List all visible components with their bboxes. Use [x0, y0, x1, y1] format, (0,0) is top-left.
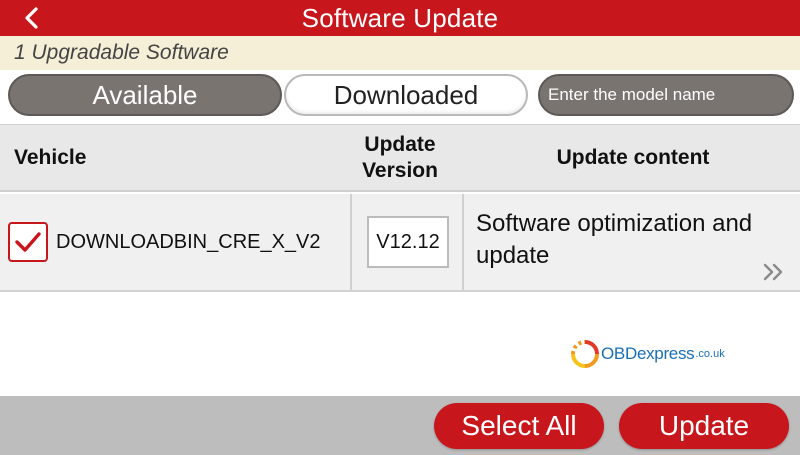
checkmark-icon [15, 232, 41, 252]
table-row[interactable]: DOWNLOADBIN_CRE_X_V2 V12.12 Software opt… [0, 194, 800, 292]
tab-available[interactable]: Available [8, 74, 282, 116]
upgradable-count-text: 1 Upgradable Software [14, 41, 229, 64]
watermark-text: OBDexpress [601, 344, 695, 363]
update-button[interactable]: Update [619, 403, 789, 449]
row-checkbox[interactable] [8, 222, 48, 262]
column-header-update-version: Update Version [352, 125, 448, 191]
watermark-suffix: .co.uk [695, 348, 725, 360]
tab-downloaded[interactable]: Downloaded [284, 74, 528, 116]
watermark-circle-icon [571, 340, 599, 368]
watermark-logo: OBDexpress .co.uk [570, 334, 730, 374]
version-value: V12.12 [367, 216, 449, 268]
table-header: Vehicle Update Version Update content [0, 124, 800, 192]
select-all-button[interactable]: Select All [434, 403, 604, 449]
upgradable-count-bar: 1 Upgradable Software [0, 36, 800, 70]
app-header: Software Update [0, 0, 800, 36]
chevron-left-icon [25, 7, 38, 29]
filter-bar: Available Downloaded [0, 70, 800, 124]
column-header-update-content: Update content [556, 146, 710, 169]
double-chevron-right-icon[interactable] [762, 262, 786, 282]
update-content-text: Software optimization and update [476, 210, 753, 269]
column-header-update-version-label: Update Version [362, 133, 438, 182]
column-header-vehicle: Vehicle [14, 146, 87, 169]
version-cell: V12.12 [354, 194, 464, 290]
update-content-cell: Software optimization and update [466, 194, 800, 290]
page-title: Software Update [301, 2, 499, 33]
back-button[interactable] [14, 2, 50, 34]
vehicle-cell: DOWNLOADBIN_CRE_X_V2 [0, 194, 352, 290]
vehicle-name: DOWNLOADBIN_CRE_X_V2 [56, 230, 321, 253]
model-search-input[interactable] [538, 74, 794, 116]
footer-bar: Select All Update [0, 396, 800, 455]
